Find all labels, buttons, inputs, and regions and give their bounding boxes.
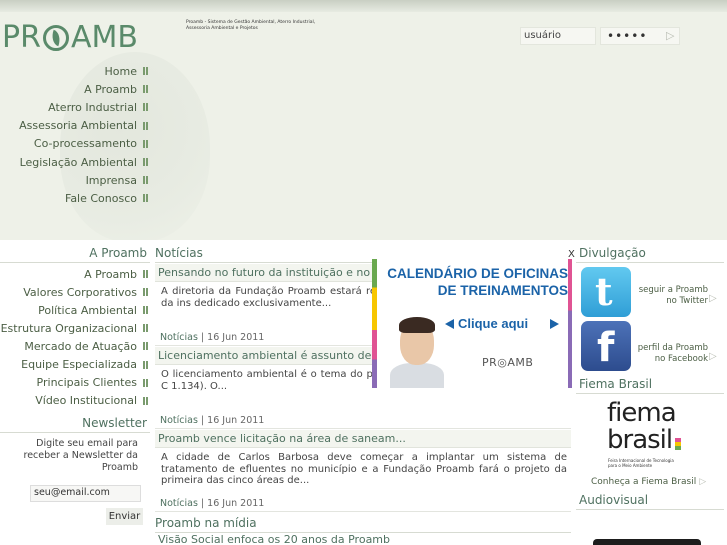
meta-separator: | xyxy=(197,415,208,426)
news-meta: Notícias | 16 Jun 2011 xyxy=(155,412,571,429)
news-date: 16 Jun 2011 xyxy=(207,498,265,509)
news-summary: A cidade de Carlos Barbosa deve começar … xyxy=(161,452,567,486)
banner-cta: Clique aqui xyxy=(458,316,529,331)
arrow-right-icon: ▷ xyxy=(709,351,717,362)
nav-bullet-icon xyxy=(143,194,148,203)
right-column: Divulgação seguir a Proamb no Twitter ▷ … xyxy=(576,246,724,545)
left-menu-item-video[interactable]: Vídeo Institucional xyxy=(0,392,150,410)
news-item: Proamb vence licitação na área de saneam… xyxy=(155,430,571,512)
facebook-link[interactable]: perfil da Proamb no Facebook ▷ xyxy=(576,319,724,375)
news-category-link[interactable]: Notícias xyxy=(160,332,198,343)
logo-text-right: AMB xyxy=(70,20,138,55)
nav-bullet-icon xyxy=(143,176,148,185)
main-nav: Home A Proamb Aterro Industrial Assessor… xyxy=(19,62,148,208)
facebook-icon xyxy=(581,321,631,371)
menu-bullet-icon xyxy=(143,270,148,279)
fiema-title: Fiema Brasil xyxy=(576,377,724,394)
newsletter-email-input[interactable]: seu@email.com xyxy=(30,485,141,502)
arrow-right-icon xyxy=(550,319,559,329)
left-menu-item-valores[interactable]: Valores Corporativos xyxy=(0,283,150,301)
nav-item-a-proamb[interactable]: A Proamb xyxy=(19,80,148,98)
top-bar xyxy=(0,0,727,12)
left-column: A Proamb A Proamb Valores Corporativos P… xyxy=(0,246,150,525)
twitter-icon xyxy=(581,267,631,317)
training-calendar-banner[interactable]: CALENDÁRIO DE OFICINAS DE TREINAMENTOS C… xyxy=(372,259,572,388)
banner-brand-logo: PR◎AMB xyxy=(482,356,534,369)
media-section-title: Proamb na mídia xyxy=(155,516,571,533)
divulgacao-title: Divulgação xyxy=(576,246,724,263)
left-menu: A Proamb Valores Corporativos Política A… xyxy=(0,263,150,410)
left-menu-item-clientes[interactable]: Principais Clientes xyxy=(0,374,150,392)
newsletter-title: Newsletter xyxy=(0,416,150,433)
news-headline-link[interactable]: Proamb vence licitação na área de saneam… xyxy=(155,430,571,448)
menu-bullet-icon xyxy=(143,360,148,369)
twitter-link[interactable]: seguir a Proamb no Twitter ▷ xyxy=(576,263,724,319)
left-menu-item-equipe[interactable]: Equipe Especializada xyxy=(0,355,150,373)
media-headline-link[interactable]: Visão Social enfoca os 20 anos da Proamb xyxy=(155,533,571,545)
person-photo xyxy=(390,315,444,388)
newsletter-send-button[interactable]: Enviar xyxy=(106,508,143,525)
nav-item-co-processamento[interactable]: Co-processamento xyxy=(19,135,148,153)
twitter-label: seguir a Proamb no Twitter xyxy=(638,285,708,306)
video-thumbnail[interactable] xyxy=(593,539,701,545)
news-meta: Notícias | 16 Jun 2011 xyxy=(155,495,571,512)
nav-item-fale-conosco[interactable]: Fale Conosco xyxy=(19,189,148,207)
nav-item-legislacao-ambiental[interactable]: Legislação Ambiental xyxy=(19,153,148,171)
news-date: 16 Jun 2011 xyxy=(207,332,265,343)
arrow-left-icon xyxy=(445,319,454,329)
leaf-icon xyxy=(42,24,69,51)
nav-bullet-icon xyxy=(143,67,148,76)
menu-bullet-icon xyxy=(143,306,148,315)
fiema-brasil-logo[interactable]: fiema brasil Feira Internacional de Tecn… xyxy=(576,394,724,474)
audiovisual-title: Audiovisual xyxy=(576,493,724,510)
logo-text-left: PR xyxy=(2,20,41,55)
proamb-logo[interactable]: PR AMB xyxy=(2,20,138,55)
site-tagline: Proamb - Sistema de Gestão Ambiental, At… xyxy=(186,20,316,31)
nav-bullet-icon xyxy=(143,158,148,167)
nav-item-aterro-industrial[interactable]: Aterro Industrial xyxy=(19,98,148,116)
meta-separator: | xyxy=(197,332,208,343)
menu-bullet-icon xyxy=(143,288,148,297)
nav-item-imprensa[interactable]: Imprensa xyxy=(19,171,148,189)
facebook-label: perfil da Proamb no Facebook xyxy=(637,343,708,364)
left-menu-item-politica[interactable]: Política Ambiental xyxy=(0,301,150,319)
color-stripe xyxy=(568,259,572,388)
nav-item-assessoria-ambiental[interactable]: Assessoria Ambiental xyxy=(19,117,148,135)
meta-separator: | xyxy=(197,498,208,509)
newsletter-description: Digite seu email para receber a Newslett… xyxy=(23,437,138,473)
menu-bullet-icon xyxy=(143,378,148,387)
section-title-a-proamb: A Proamb xyxy=(0,246,150,263)
news-category-link[interactable]: Notícias xyxy=(160,498,198,509)
left-menu-item-estrutura[interactable]: Estrutura Organizacional xyxy=(0,319,150,337)
arrow-right-icon: ▷ xyxy=(699,477,707,487)
left-menu-item-a-proamb[interactable]: A Proamb xyxy=(0,265,150,283)
menu-bullet-icon xyxy=(143,324,148,333)
news-category-link[interactable]: Notícias xyxy=(160,415,198,426)
nav-item-home[interactable]: Home xyxy=(19,62,148,80)
menu-bullet-icon xyxy=(143,396,148,405)
header: PR AMB Proamb - Sistema de Gestão Ambien… xyxy=(0,12,727,240)
left-menu-item-mercado[interactable]: Mercado de Atuação xyxy=(0,337,150,355)
banner-title: CALENDÁRIO DE OFICINAS DE TREINAMENTOS xyxy=(387,266,568,298)
nav-bullet-icon xyxy=(143,103,148,112)
fiema-link[interactable]: Conheça a Fiema Brasil ▷ xyxy=(576,474,724,490)
nav-bullet-icon xyxy=(143,85,148,94)
username-input[interactable]: usuário xyxy=(520,27,596,45)
nav-bullet-icon xyxy=(143,121,148,130)
arrow-right-icon: ▷ xyxy=(709,293,717,304)
login-submit-icon[interactable]: ▷ xyxy=(666,29,674,42)
menu-bullet-icon xyxy=(143,342,148,351)
nav-bullet-icon xyxy=(143,139,148,148)
color-stripe xyxy=(372,259,377,388)
news-date: 16 Jun 2011 xyxy=(207,415,265,426)
